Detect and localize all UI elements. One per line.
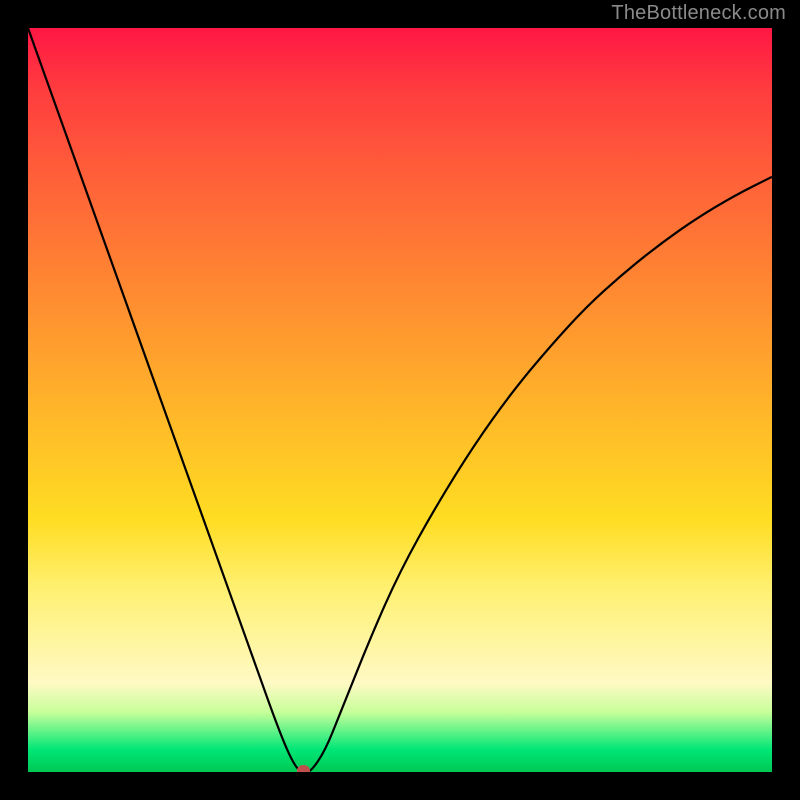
frame-border-right [772, 0, 800, 800]
chart-frame: TheBottleneck.com [0, 0, 800, 800]
chart-curve [0, 0, 800, 800]
watermark-text: TheBottleneck.com [611, 2, 786, 25]
frame-border-left [0, 0, 28, 800]
frame-border-bottom [0, 772, 800, 800]
